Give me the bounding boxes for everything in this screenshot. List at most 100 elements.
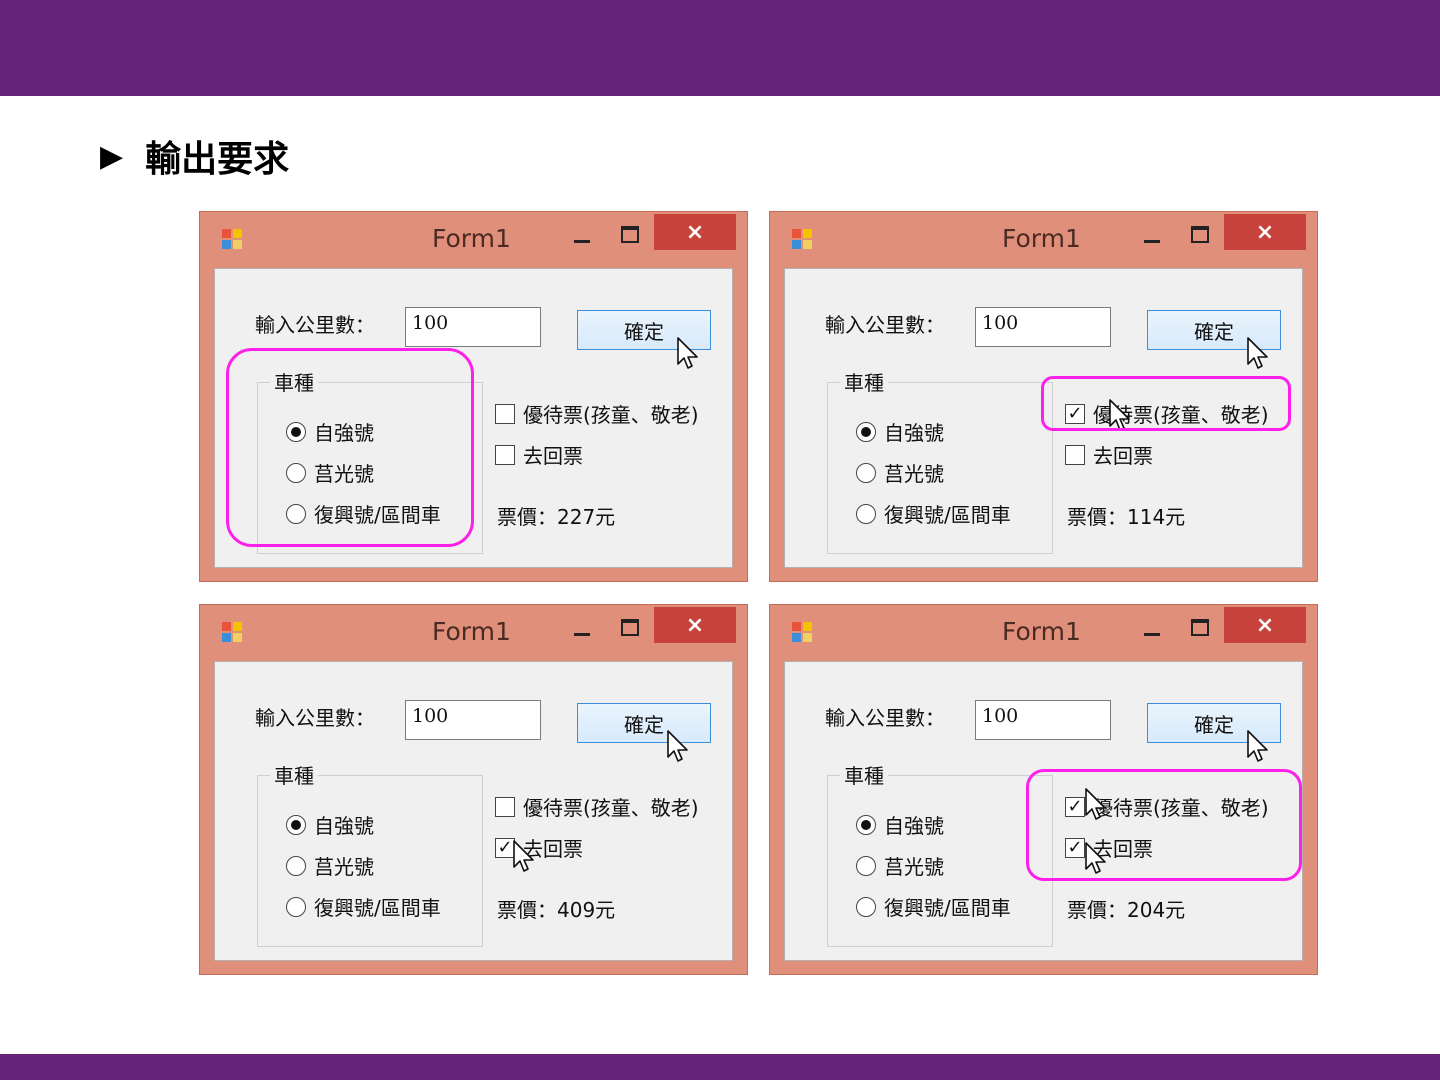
form-window-1: Form1 × 輸入公里數： 100 確定 車種 自強號 莒光號 復興號/區間車 xyxy=(199,211,748,582)
round-trip-option[interactable]: 去回票 xyxy=(1065,440,1153,469)
checkbox[interactable] xyxy=(495,444,515,465)
radio-option-2[interactable]: 莒光號 xyxy=(856,851,944,880)
radio-button[interactable] xyxy=(856,896,876,917)
ticket-price: 票價：204元 xyxy=(1067,898,1186,922)
maximize-icon[interactable] xyxy=(618,613,642,643)
radio-button[interactable] xyxy=(856,421,876,442)
close-icon[interactable]: × xyxy=(1224,214,1306,250)
train-type-group: 車種 自強號 莒光號 復興號/區間車 xyxy=(257,367,483,554)
radio-button[interactable] xyxy=(286,503,306,524)
form-client-area: 輸入公里數： 100 確定 車種 自強號 莒光號 復興號/區間車 優待票(孩童、… xyxy=(214,268,733,568)
discount-ticket-option[interactable]: ✓ 優待票(孩童、敬老) xyxy=(1065,399,1269,428)
radio-option-1[interactable]: 自強號 xyxy=(856,810,944,839)
bullet-marker: ▶ xyxy=(100,138,124,174)
radio-button[interactable] xyxy=(856,462,876,483)
radio-label: 自強號 xyxy=(314,421,374,445)
radio-option-2[interactable]: 莒光號 xyxy=(286,851,374,880)
radio-button[interactable] xyxy=(286,421,306,442)
radio-button[interactable] xyxy=(286,462,306,483)
checkbox-checked[interactable]: ✓ xyxy=(1065,796,1085,817)
group-title: 車種 xyxy=(270,367,318,396)
checkbox-checked[interactable]: ✓ xyxy=(1065,403,1085,424)
radio-option-3[interactable]: 復興號/區間車 xyxy=(286,499,441,528)
km-input[interactable]: 100 xyxy=(405,307,541,347)
radio-button[interactable] xyxy=(286,855,306,876)
round-trip-option[interactable]: 去回票 xyxy=(495,440,583,469)
close-icon[interactable]: × xyxy=(654,214,736,250)
radio-label: 莒光號 xyxy=(314,462,374,486)
window-title: Form1 xyxy=(432,224,511,253)
checkbox[interactable] xyxy=(495,403,515,424)
km-label: 輸入公里數： xyxy=(825,706,945,730)
radio-option-2[interactable]: 莒光號 xyxy=(856,458,944,487)
title-bar[interactable]: Form1 × xyxy=(770,605,1317,660)
title-bar[interactable]: Form1 × xyxy=(200,605,747,660)
radio-option-3[interactable]: 復興號/區間車 xyxy=(286,892,441,921)
radio-label: 復興號/區間車 xyxy=(884,503,1011,527)
maximize-icon[interactable] xyxy=(618,220,642,250)
minimize-icon[interactable] xyxy=(1140,613,1164,643)
checkbox-checked[interactable]: ✓ xyxy=(1065,837,1085,858)
km-label: 輸入公里數： xyxy=(255,313,375,337)
radio-label: 莒光號 xyxy=(884,462,944,486)
form-client-area: 輸入公里數： 100 確定 車種 自強號 莒光號 復興號/區間車 ✓ 優待票(孩… xyxy=(784,661,1303,961)
form-window-2: Form1 × 輸入公里數： 100 確定 車種 自強號 莒光號 復興號/區間車… xyxy=(769,211,1318,582)
app-icon[interactable] xyxy=(792,622,814,644)
checkbox[interactable] xyxy=(495,796,515,817)
slide-title: 輸出要求 xyxy=(145,139,290,180)
app-icon[interactable] xyxy=(792,229,814,251)
radio-label: 自強號 xyxy=(314,814,374,838)
mouse-pointer-icon xyxy=(667,730,688,762)
radio-option-2[interactable]: 莒光號 xyxy=(286,458,374,487)
mouse-pointer-icon xyxy=(513,840,534,872)
radio-label: 自強號 xyxy=(884,814,944,838)
app-icon[interactable] xyxy=(222,622,244,644)
window-title: Form1 xyxy=(1002,224,1081,253)
title-bar[interactable]: Form1 × xyxy=(200,212,747,267)
bottom-band xyxy=(0,1054,1440,1080)
radio-option-3[interactable]: 復興號/區間車 xyxy=(856,892,1011,921)
radio-option-3[interactable]: 復興號/區間車 xyxy=(856,499,1011,528)
checkbox-label: 優待票(孩童、敬老) xyxy=(523,403,699,427)
checkbox[interactable] xyxy=(1065,444,1085,465)
close-icon[interactable]: × xyxy=(1224,607,1306,643)
group-title: 車種 xyxy=(270,760,318,789)
radio-label: 莒光號 xyxy=(884,855,944,879)
checkbox-label: 去回票 xyxy=(523,444,583,468)
km-input[interactable]: 100 xyxy=(975,700,1111,740)
discount-ticket-option[interactable]: 優待票(孩童、敬老) xyxy=(495,792,699,821)
radio-option-1[interactable]: 自強號 xyxy=(286,417,374,446)
close-icon[interactable]: × xyxy=(654,607,736,643)
radio-label: 莒光號 xyxy=(314,855,374,879)
mouse-pointer-icon xyxy=(1085,788,1106,820)
ticket-price: 票價：227元 xyxy=(497,505,616,529)
train-type-group: 車種 自強號 莒光號 復興號/區間車 xyxy=(257,760,483,947)
mouse-pointer-icon xyxy=(1247,337,1268,369)
radio-button[interactable] xyxy=(856,503,876,524)
maximize-icon[interactable] xyxy=(1188,613,1212,643)
discount-ticket-option[interactable]: 優待票(孩童、敬老) xyxy=(495,399,699,428)
mouse-pointer-icon xyxy=(1247,730,1268,762)
checkbox-label: 優待票(孩童、敬老) xyxy=(523,796,699,820)
radio-button[interactable] xyxy=(856,814,876,835)
radio-option-1[interactable]: 自強號 xyxy=(286,810,374,839)
app-icon[interactable] xyxy=(222,229,244,251)
title-bar[interactable]: Form1 × xyxy=(770,212,1317,267)
group-title: 車種 xyxy=(840,367,888,396)
round-trip-option[interactable]: ✓ 去回票 xyxy=(495,833,583,862)
minimize-icon[interactable] xyxy=(1140,220,1164,250)
radio-button[interactable] xyxy=(286,814,306,835)
radio-button[interactable] xyxy=(286,896,306,917)
radio-option-1[interactable]: 自強號 xyxy=(856,417,944,446)
radio-label: 復興號/區間車 xyxy=(884,896,1011,920)
form-window-3: Form1 × 輸入公里數： 100 確定 車種 自強號 莒光號 復興號/區間車 xyxy=(199,604,748,975)
km-input[interactable]: 100 xyxy=(975,307,1111,347)
km-input[interactable]: 100 xyxy=(405,700,541,740)
minimize-icon[interactable] xyxy=(570,220,594,250)
radio-label: 復興號/區間車 xyxy=(314,503,441,527)
radio-button[interactable] xyxy=(856,855,876,876)
form-window-4: Form1 × 輸入公里數： 100 確定 車種 自強號 莒光號 復興號/區間車… xyxy=(769,604,1318,975)
maximize-icon[interactable] xyxy=(1188,220,1212,250)
minimize-icon[interactable] xyxy=(570,613,594,643)
window-title: Form1 xyxy=(1002,617,1081,646)
